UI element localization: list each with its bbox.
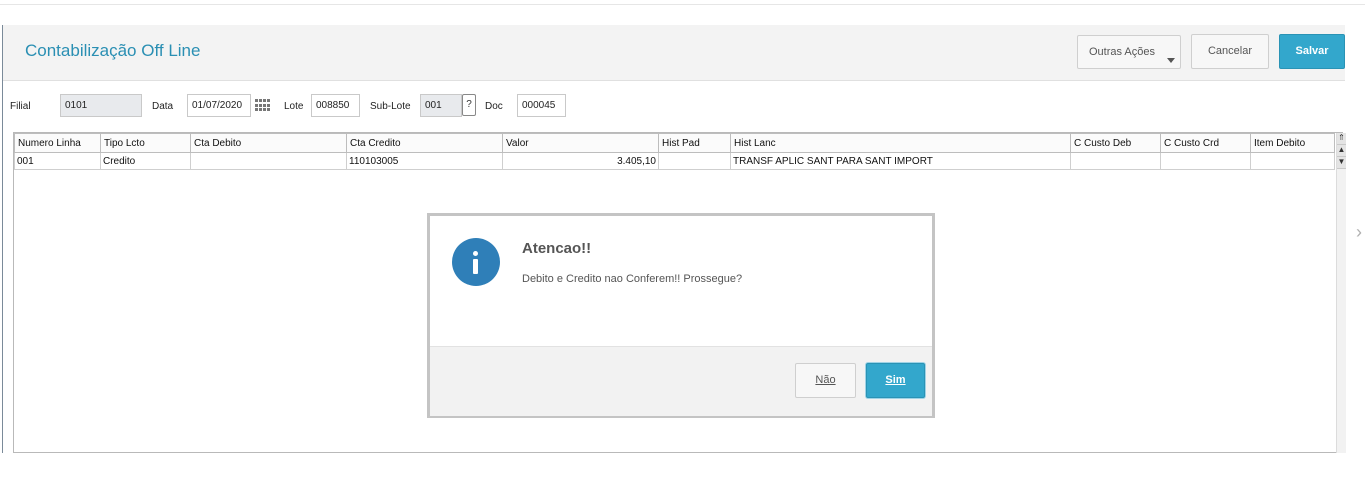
cell-cta-credito[interactable]: 110103005 xyxy=(346,152,503,170)
outras-acoes-label: Outras Ações xyxy=(1088,46,1156,58)
col-c-custo-crd[interactable]: C Custo Crd xyxy=(1160,133,1251,153)
col-tipo-lcto[interactable]: Tipo Lcto xyxy=(100,133,191,153)
col-cta-credito[interactable]: Cta Credito xyxy=(346,133,503,153)
calendar-icon[interactable] xyxy=(255,99,271,112)
sublote-field[interactable]: 001 xyxy=(420,94,462,117)
chevron-right-icon[interactable]: › xyxy=(1356,222,1362,243)
doc-field[interactable]: 000045 xyxy=(517,94,566,117)
lote-field[interactable]: 008850 xyxy=(311,94,360,117)
page-title: Contabilização Off Line xyxy=(25,41,201,60)
cell-c-custo-deb[interactable] xyxy=(1070,152,1161,170)
doc-label: Doc xyxy=(485,101,503,112)
col-c-custo-deb[interactable]: C Custo Deb xyxy=(1070,133,1161,153)
filial-field[interactable]: 0101 xyxy=(60,94,142,117)
cell-item-debito[interactable] xyxy=(1250,152,1335,170)
grid-header-row: Numero Linha Tipo Lcto Cta Debito Cta Cr… xyxy=(14,133,1335,153)
scroll-down-icon[interactable]: ▼ xyxy=(1337,157,1346,169)
data-label: Data xyxy=(152,101,174,112)
top-divider xyxy=(0,4,1365,5)
sublote-label: Sub-Lote xyxy=(370,101,411,112)
cell-hist-lanc[interactable]: TRANSF APLIC SANT PARA SANT IMPORT xyxy=(730,152,1071,170)
cell-cta-debito[interactable] xyxy=(190,152,347,170)
col-hist-lanc[interactable]: Hist Lanc xyxy=(730,133,1071,153)
filial-label: Filial xyxy=(10,101,31,112)
dialog-message: Debito e Credito nao Conferem!! Prossegu… xyxy=(522,273,743,285)
col-numero-linha[interactable]: Numero Linha xyxy=(14,133,101,153)
sim-button[interactable]: Sim xyxy=(866,363,925,398)
alert-dialog: Atencao!! Debito e Credito nao Conferem!… xyxy=(427,213,935,418)
outras-acoes-button[interactable]: Outras Ações xyxy=(1077,35,1181,69)
lote-label: Lote xyxy=(284,101,304,112)
dialog-title: Atencao!! xyxy=(522,240,592,257)
header-bar: Contabilização Off Line Outras Ações Can… xyxy=(3,25,1345,81)
cell-tipo-lcto[interactable]: Credito xyxy=(100,152,191,170)
caret-down-icon xyxy=(1167,58,1175,63)
col-cta-debito[interactable]: Cta Debito xyxy=(190,133,347,153)
cell-hist-pad[interactable] xyxy=(658,152,731,170)
cancelar-button[interactable]: Cancelar xyxy=(1191,34,1269,69)
scroll-top-icon[interactable]: ⇑ xyxy=(1337,133,1346,145)
dialog-footer: Não Sim xyxy=(430,346,932,416)
data-field[interactable]: 01/07/2020 xyxy=(187,94,251,117)
scroll-up-icon[interactable]: ▲ xyxy=(1337,145,1346,157)
cell-numero-linha[interactable]: 001 xyxy=(14,152,101,170)
grid-scrollbar[interactable]: ⇑ ▲ ▼ xyxy=(1336,133,1346,453)
cell-valor[interactable]: 3.405,10 xyxy=(502,152,659,170)
table-row[interactable]: 001 Credito 110103005 3.405,10 TRANSF AP… xyxy=(14,152,1335,170)
cell-c-custo-crd[interactable] xyxy=(1160,152,1251,170)
col-valor[interactable]: Valor xyxy=(502,133,659,153)
nao-button[interactable]: Não xyxy=(795,363,856,398)
dialog-body: Atencao!! Debito e Credito nao Conferem!… xyxy=(430,216,932,346)
col-hist-pad[interactable]: Hist Pad xyxy=(658,133,731,153)
sublote-help-button[interactable]: ? xyxy=(462,94,476,116)
entries-table: Numero Linha Tipo Lcto Cta Debito Cta Cr… xyxy=(14,133,1335,170)
col-item-debito[interactable]: Item Debito xyxy=(1250,133,1335,153)
info-icon xyxy=(452,238,500,286)
salvar-button[interactable]: Salvar xyxy=(1279,34,1345,69)
